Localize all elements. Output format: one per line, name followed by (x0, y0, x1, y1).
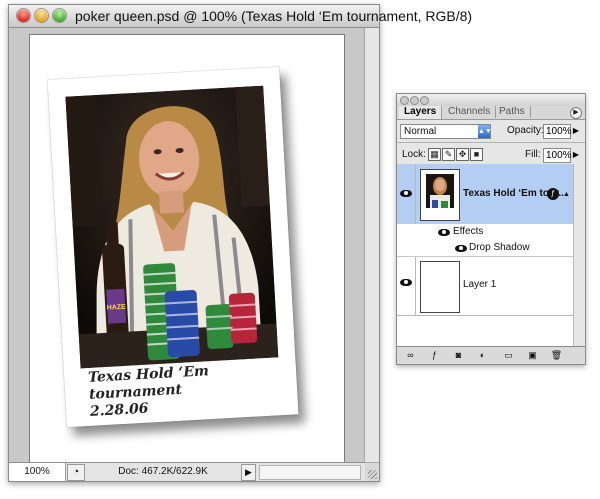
document-canvas[interactable]: HAZE Texas Hold ‘Em tournament 2.28.06 (29, 34, 345, 463)
panel-footer: ∞ ƒ ◙ ◐ ▭ ▣ 🗑 (397, 346, 585, 364)
lock-all-icon[interactable]: ■ (470, 148, 483, 161)
layer-row-texas-holdem[interactable]: Texas Hold ‘Em tour... ƒ ▲ (397, 164, 573, 225)
tab-channels[interactable]: Channels (443, 106, 497, 118)
panel-tabs: Layers Channels Paths ▶ (397, 106, 585, 120)
lock-transparency-icon[interactable]: ▦ (428, 148, 441, 161)
layers-panel: Layers Channels Paths ▶ Normal ▲▼ Opacit… (396, 93, 586, 365)
panel-zoom-button[interactable] (420, 96, 429, 105)
select-arrows-icon: ▲▼ (478, 125, 492, 138)
tab-layers[interactable]: Layers (399, 106, 443, 119)
document-title: poker queen.psd @ 100% (Texas Hold ‘Em t… (75, 8, 473, 24)
new-layer-icon[interactable]: ▣ (525, 349, 540, 361)
layer-list-scrollbar[interactable] (573, 164, 585, 346)
lock-label: Lock: (402, 149, 426, 160)
document-window: poker queen.psd @ 100% (Texas Hold ‘Em t… (8, 4, 472, 482)
visibility-toggle[interactable] (397, 164, 416, 224)
adjustment-layer-icon[interactable]: ◐ (475, 349, 490, 361)
fill-dropdown-icon[interactable]: ▶ (571, 148, 581, 161)
layer-row-layer-1[interactable]: Layer 1 (397, 257, 573, 316)
status-menu-arrow-icon[interactable]: ▶ (241, 464, 256, 481)
zoom-level-field[interactable]: 100% (9, 463, 66, 481)
status-options-icon[interactable]: ◔ (67, 464, 85, 481)
document-titlebar[interactable]: poker queen.psd @ 100% (Texas Hold ‘Em t… (9, 5, 472, 28)
eye-icon (400, 279, 412, 286)
vertical-scrollbar[interactable] (364, 28, 379, 463)
horizontal-scrollbar[interactable] (259, 465, 361, 480)
panel-menu-icon[interactable]: ▶ (570, 107, 582, 119)
add-style-icon[interactable]: ƒ (427, 349, 442, 361)
opacity-label: Opacity: (507, 125, 544, 136)
layer-name[interactable]: Layer 1 (463, 279, 496, 290)
layer-list: Texas Hold ‘Em tour... ƒ ▲ Effects Drop … (397, 164, 585, 346)
drop-shadow-row[interactable]: Drop Shadow (397, 240, 573, 257)
fill-label: Fill: (525, 149, 541, 160)
effects-eye-spacer (397, 224, 415, 240)
add-mask-icon[interactable]: ◙ (451, 349, 466, 361)
link-layers-icon[interactable]: ∞ (403, 349, 418, 361)
zoom-button[interactable] (53, 9, 66, 22)
minimize-button[interactable] (35, 9, 48, 22)
close-button[interactable] (17, 9, 30, 22)
drop-shadow-eye-icon[interactable] (455, 245, 467, 252)
effects-badge-icon[interactable]: ƒ (547, 188, 559, 200)
canvas-area[interactable]: HAZE Texas Hold ‘Em tournament 2.28.06 (9, 28, 365, 463)
layer-1-thumbnail (420, 261, 460, 313)
blend-mode-select[interactable]: Normal ▲▼ (400, 124, 492, 139)
opacity-dropdown-icon[interactable]: ▶ (571, 124, 581, 137)
drop-shadow-label: Drop Shadow (469, 242, 530, 253)
effects-row[interactable]: Effects (397, 224, 573, 241)
document-size-info: Doc: 467.2K/622.9K (118, 466, 208, 477)
panel-minimize-button[interactable] (410, 96, 419, 105)
effects-label: Effects (453, 226, 484, 237)
polaroid-frame: HAZE Texas Hold ‘Em tournament 2.28.06 (47, 66, 299, 428)
layer-thumbnail (420, 169, 460, 221)
expand-effects-icon[interactable]: ▲ (563, 191, 570, 198)
resize-grip[interactable] (364, 462, 379, 481)
photo-caption: Texas Hold ‘Em tournament 2.28.06 (88, 359, 291, 421)
panel-close-button[interactable] (400, 96, 409, 105)
opacity-field[interactable]: 100% (543, 124, 572, 139)
beer-label: HAZE (107, 304, 127, 312)
visibility-toggle[interactable] (397, 257, 416, 315)
lock-row: Lock: ▦ ✎ ✥ ■ Fill: 100% ▶ (397, 142, 585, 165)
delete-layer-icon[interactable]: 🗑 (549, 349, 564, 361)
status-bar: 100% ◔ Doc: 467.2K/622.9K ▶ (9, 462, 365, 481)
new-group-icon[interactable]: ▭ (501, 349, 516, 361)
blend-mode-value: Normal (404, 126, 437, 137)
eye-icon (400, 190, 412, 197)
fill-field[interactable]: 100% (543, 148, 572, 163)
lock-position-icon[interactable]: ✥ (456, 148, 469, 161)
lock-image-brush-icon[interactable]: ✎ (442, 148, 455, 161)
tournament-photo: HAZE (65, 85, 279, 369)
tab-paths[interactable]: Paths (494, 106, 531, 118)
effects-eye-icon[interactable] (438, 229, 450, 236)
